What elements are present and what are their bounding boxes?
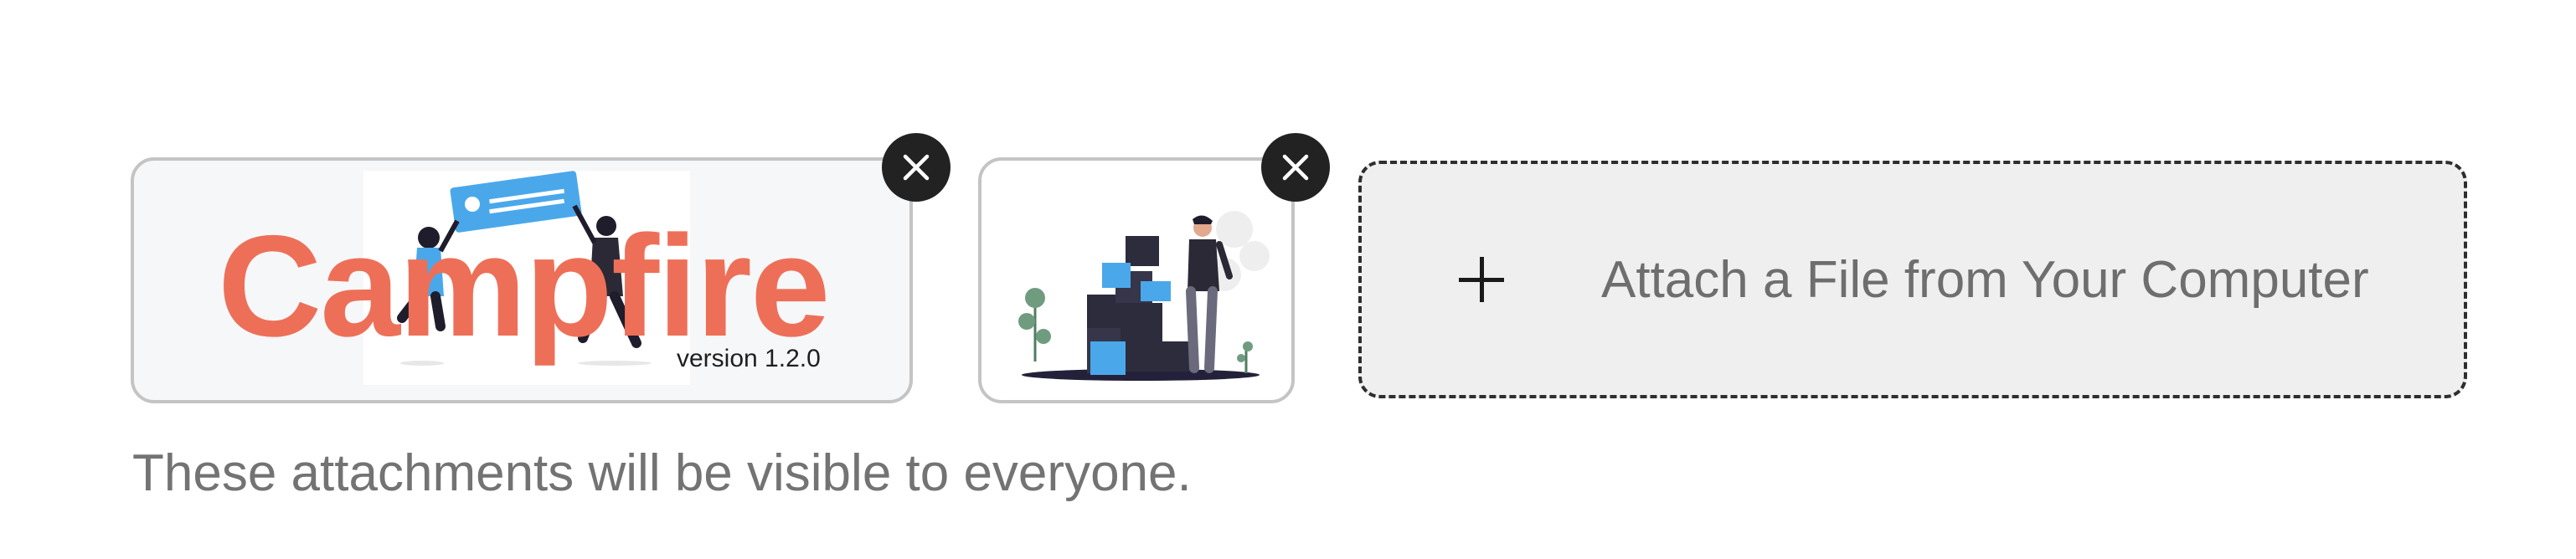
attachments-helper-text: These attachments will be visible to eve… — [132, 444, 1192, 502]
attachment-thumbnail-boxes[interactable] — [978, 157, 1295, 403]
attachment-thumbnail-campfire[interactable]: Campfire version 1.2.0 — [131, 157, 913, 403]
remove-attachment-button[interactable] — [1261, 133, 1330, 202]
attach-file-label: Attach a File from Your Computer — [1601, 250, 2369, 309]
close-icon — [1282, 154, 1309, 181]
attach-file-button[interactable]: Attach a File from Your Computer — [1358, 161, 2467, 398]
plus-icon — [1459, 257, 1504, 302]
brand-version-text: version 1.2.0 — [677, 345, 821, 372]
brand-title-text: Campfire — [218, 206, 831, 367]
boxes-illustration-image — [1018, 211, 1270, 381]
close-icon — [903, 154, 930, 181]
remove-attachment-button[interactable] — [882, 133, 951, 202]
